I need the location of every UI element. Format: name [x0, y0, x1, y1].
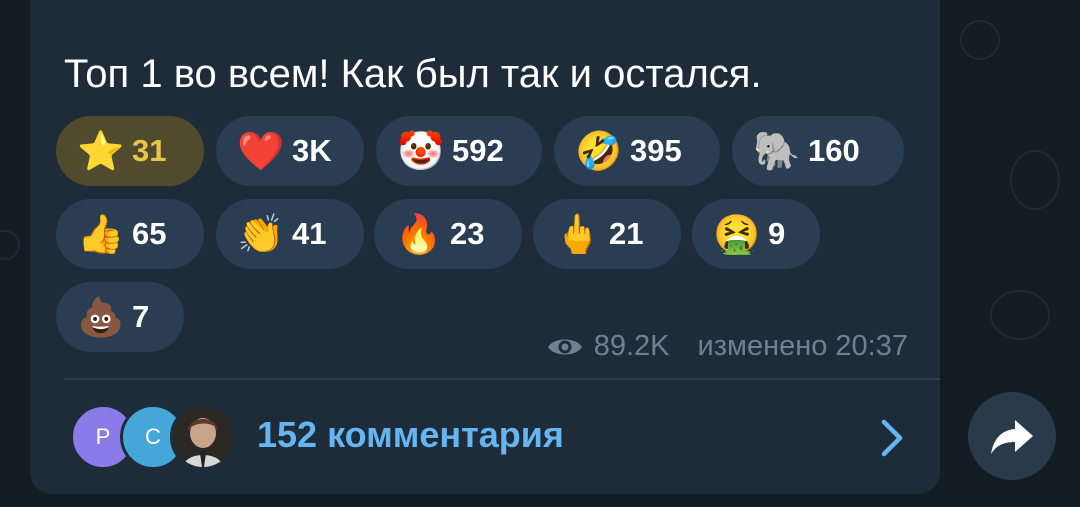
reaction-count: 41	[292, 216, 327, 251]
reaction-poo[interactable]: 💩 7	[56, 282, 184, 352]
reaction-count: 65	[132, 216, 167, 251]
reaction-clown[interactable]: 🤡 592	[376, 116, 542, 186]
fire-icon: 🔥	[395, 212, 443, 256]
reaction-count: 160	[808, 133, 860, 168]
heart-icon: ❤️	[237, 129, 285, 173]
reaction-elephant[interactable]: 🐘 160	[732, 116, 904, 186]
reaction-rofl[interactable]: 🤣 395	[554, 116, 720, 186]
reaction-count: 395	[630, 133, 682, 168]
commenter-avatars[interactable]: Р С	[70, 404, 240, 470]
vomiting-face-icon: 🤮	[713, 212, 761, 256]
person-photo-icon	[173, 407, 233, 467]
comments-link[interactable]: 152 комментария	[257, 414, 564, 456]
reaction-count: 23	[450, 216, 485, 251]
reaction-count: 31	[132, 133, 167, 168]
message-text: Топ 1 во всем! Как был так и остался.	[64, 52, 762, 96]
elephant-icon: 🐘	[753, 129, 801, 173]
reaction-count: 592	[452, 133, 504, 168]
pile-of-poo-icon: 💩	[77, 295, 125, 339]
eye-icon	[547, 339, 582, 354]
views-count: 89.2K	[593, 330, 670, 362]
message-meta: 89.2K изменено 20:37	[546, 330, 908, 363]
edited-time: изменено 20:37	[697, 330, 908, 362]
reaction-clap[interactable]: 👏 41	[216, 199, 364, 269]
chevron-right-icon[interactable]	[876, 418, 906, 458]
wallpaper-doodle	[1010, 150, 1060, 210]
wallpaper-doodle	[0, 230, 20, 260]
middle-finger-icon: 🖕	[554, 212, 602, 256]
reaction-vomit[interactable]: 🤮 9	[692, 199, 820, 269]
reaction-star[interactable]: ⭐ 31	[56, 116, 204, 186]
reaction-count: 7	[132, 299, 150, 334]
star-icon: ⭐	[77, 129, 125, 173]
avatar-photo	[170, 404, 236, 470]
reaction-middle-finger[interactable]: 🖕 21	[533, 199, 681, 269]
divider	[64, 378, 940, 380]
reaction-fire[interactable]: 🔥 23	[374, 199, 522, 269]
reaction-count: 9	[768, 216, 786, 251]
thumbs-up-icon: 👍	[77, 212, 125, 256]
clapping-hands-icon: 👏	[237, 212, 285, 256]
reaction-count: 21	[609, 216, 644, 251]
share-button[interactable]	[968, 392, 1056, 480]
reaction-count: 3K	[292, 133, 332, 168]
chat-background: Топ 1 во всем! Как был так и остался. ⭐ …	[0, 0, 1080, 507]
wallpaper-doodle	[990, 290, 1050, 340]
rolling-laughing-icon: 🤣	[575, 129, 623, 173]
reaction-thumbs-up[interactable]: 👍 65	[56, 199, 204, 269]
clown-face-icon: 🤡	[397, 129, 445, 173]
share-arrow-icon	[991, 420, 1033, 454]
wallpaper-doodle	[960, 20, 1000, 60]
reaction-heart[interactable]: ❤️ 3K	[216, 116, 364, 186]
